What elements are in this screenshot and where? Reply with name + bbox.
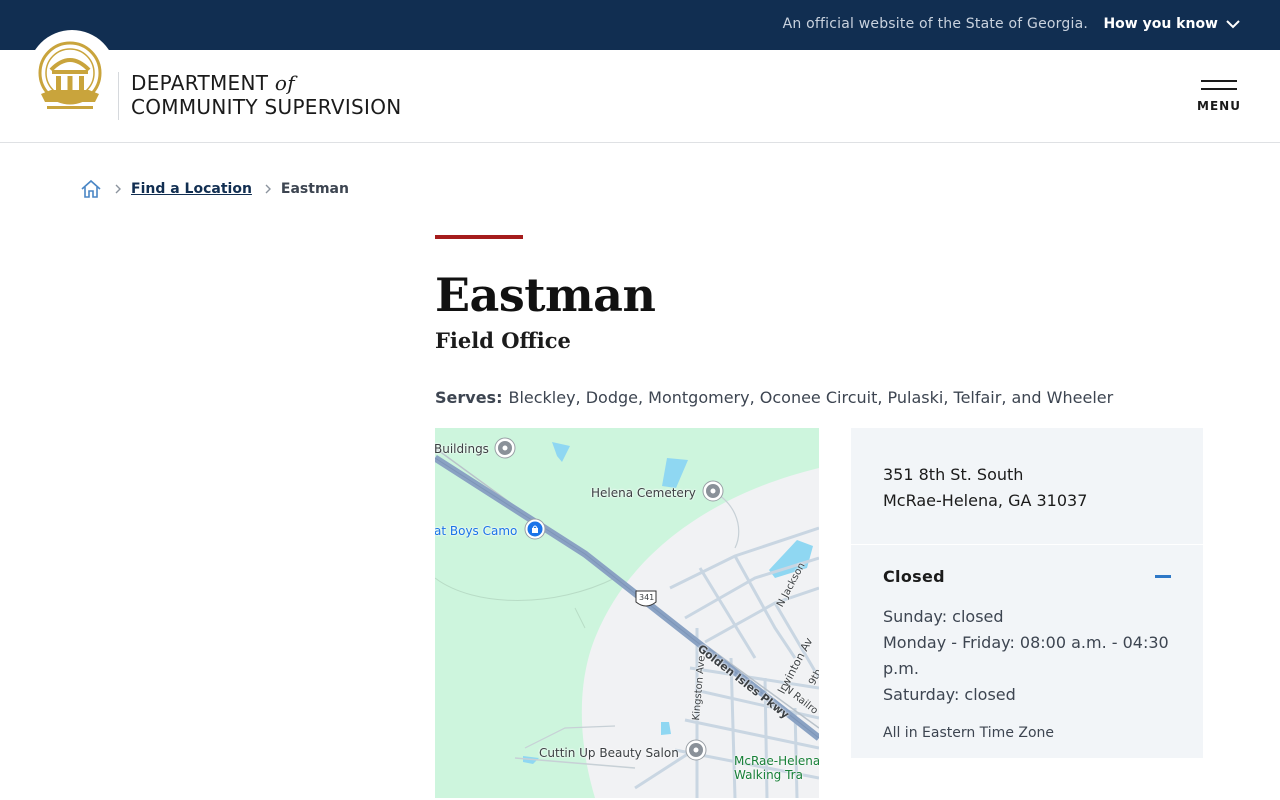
map-route-shield-label: 341 — [639, 593, 655, 602]
hours-saturday: Saturday: closed — [883, 685, 1016, 704]
breadcrumb-current: Eastman — [280, 181, 349, 197]
serves-line: Serves: Bleckley, Dodge, Montgomery, Ocon… — [435, 388, 1113, 407]
how-you-know-button[interactable]: How you know — [1103, 16, 1240, 32]
chevron-down-icon — [1226, 20, 1240, 29]
menu-button[interactable]: MENU — [1197, 80, 1241, 120]
site-title-of: of — [274, 71, 295, 95]
map-label-trail-line2: Walking Tra — [734, 768, 803, 782]
card-divider — [851, 544, 1203, 545]
hours-sunday: Sunday: closed — [883, 607, 1004, 626]
hamburger-icon-bar — [1201, 88, 1237, 90]
official-banner: An official website of the State of Geor… — [0, 0, 1280, 50]
open-status: Closed — [883, 566, 945, 586]
address-line2: McRae-Helena, GA 31037 — [883, 491, 1088, 510]
header-divider — [118, 72, 119, 120]
timezone-note: All in Eastern Time Zone — [883, 725, 1055, 741]
home-icon — [81, 179, 101, 198]
breadcrumb-find-location-link[interactable]: Find a Location — [131, 181, 252, 197]
site-title-line2: COMMUNITY SUPERVISION — [131, 95, 402, 119]
title-accent-bar — [435, 235, 523, 239]
menu-label: MENU — [1197, 99, 1241, 113]
logo-link[interactable] — [28, 30, 116, 126]
hours-weekdays: Monday - Friday: 08:00 a.m. - 04:30 p.m. — [883, 633, 1169, 678]
site-title[interactable]: DEPARTMENT of COMMUNITY SUPERVISION — [131, 71, 402, 119]
page-title: Eastman — [435, 268, 656, 322]
page-subtitle: Field Office — [435, 328, 571, 353]
map-label-cuttin-up: Cuttin Up Beauty Salon — [539, 746, 679, 760]
office-address: 351 8th St. South McRae-Helena, GA 31037 — [883, 462, 1087, 514]
hamburger-icon — [1201, 80, 1237, 82]
map-label-helena-cemetery: Helena Cemetery — [591, 486, 696, 500]
map-label-trail-line1: McRae-Helena — [734, 754, 819, 768]
map-label-buildings: Buildings — [435, 442, 489, 456]
how-you-know-label: How you know — [1103, 16, 1218, 32]
location-map[interactable]: Buildings Helena Cemetery at Boys Camo 3… — [435, 428, 819, 798]
hours-list: Sunday: closed Monday - Friday: 08:00 a.… — [883, 604, 1179, 708]
minus-icon — [1155, 574, 1171, 578]
breadcrumb-home-link[interactable] — [80, 178, 102, 200]
serves-label: Serves: — [435, 388, 503, 407]
chevron-right-icon — [265, 184, 271, 194]
map-label-boys-camo: at Boys Camo — [435, 524, 518, 538]
georgia-seal-icon — [38, 41, 102, 109]
chevron-right-icon — [115, 184, 121, 194]
address-line1: 351 8th St. South — [883, 465, 1024, 484]
official-website-text: An official website of the State of Geor… — [782, 16, 1088, 32]
map-canvas — [435, 437, 819, 798]
hours-accordion-toggle[interactable]: Closed — [883, 558, 1171, 594]
map-label-walking-trail: McRae-Helena Walking Tra — [734, 754, 819, 782]
site-title-line1: DEPARTMENT — [131, 71, 269, 95]
breadcrumb: Find a Location Eastman — [80, 178, 349, 200]
serves-value: Bleckley, Dodge, Montgomery, Oconee Circ… — [508, 388, 1114, 407]
site-header: DEPARTMENT of COMMUNITY SUPERVISION MENU — [0, 30, 1280, 143]
location-info-card: 351 8th St. South McRae-Helena, GA 31037… — [851, 428, 1203, 758]
